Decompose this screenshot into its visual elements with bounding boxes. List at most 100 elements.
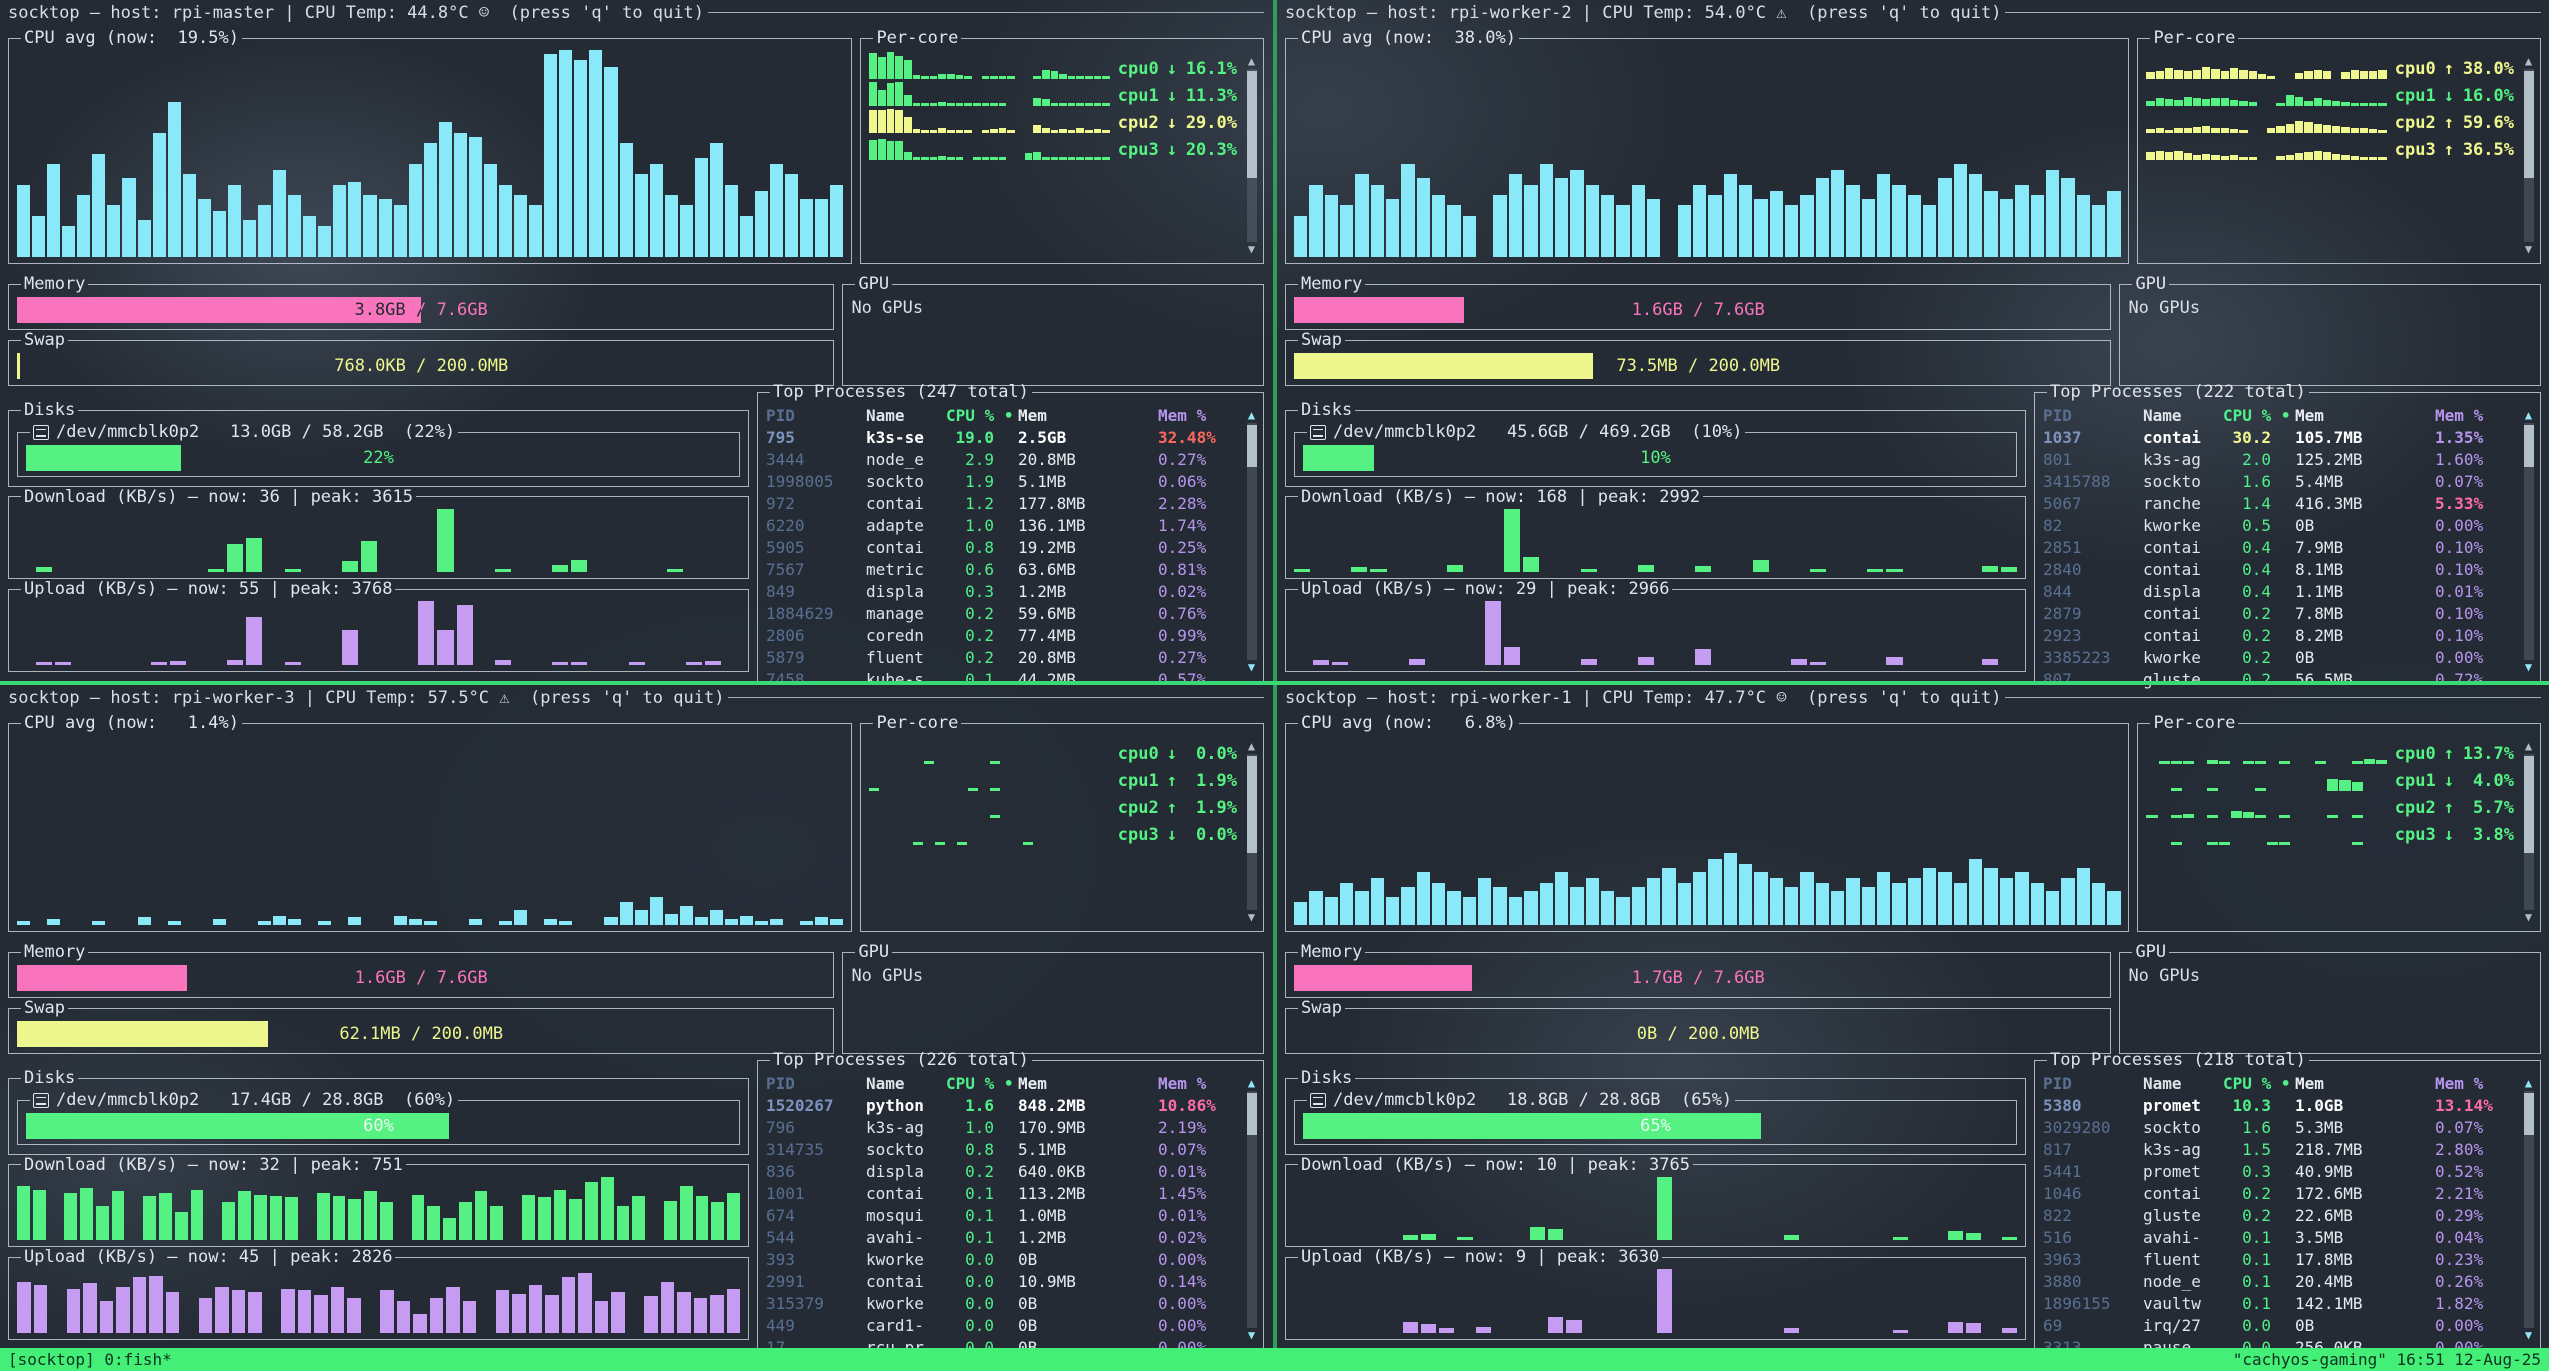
- column-header[interactable]: Mem %: [2435, 1073, 2518, 1095]
- process-row[interactable]: 2991contai0.010.9MB0.14%: [766, 1271, 1241, 1293]
- process-row[interactable]: 3444node_e2.920.8MB0.27%: [766, 449, 1241, 471]
- column-header[interactable]: Name: [2143, 405, 2223, 427]
- column-header[interactable]: Mem %: [2435, 405, 2518, 427]
- column-header[interactable]: Name: [2143, 1073, 2223, 1095]
- column-header[interactable]: PID: [766, 1073, 866, 1095]
- column-header[interactable]: Name: [866, 405, 946, 427]
- scrollbar-thumb[interactable]: [2524, 756, 2534, 853]
- scroll-up-icon[interactable]: ▲: [1248, 1078, 1255, 1089]
- process-row[interactable]: 849displa0.31.2MB0.02%: [766, 581, 1241, 603]
- scroll-up-icon[interactable]: ▲: [2525, 741, 2532, 752]
- scroll-up-icon[interactable]: ▲: [1248, 741, 1255, 752]
- process-row[interactable]: 3880node_e0.120.4MB0.26%: [2043, 1271, 2518, 1293]
- process-row[interactable]: 69irq/270.00B0.00%: [2043, 1315, 2518, 1337]
- scrollbar-track[interactable]: [1247, 1091, 1257, 1328]
- scroll-up-icon[interactable]: ▲: [1248, 410, 1255, 421]
- process-row[interactable]: 516avahi-0.13.5MB0.04%: [2043, 1227, 2518, 1249]
- tmux-vertical-divider[interactable]: [1273, 0, 1277, 1348]
- process-scrollbar[interactable]: ▲ ▼: [2522, 410, 2535, 673]
- process-row[interactable]: 449card1-0.00B0.00%: [766, 1315, 1241, 1337]
- column-header[interactable]: Mem %: [1158, 1073, 1241, 1095]
- process-row[interactable]: 314735sockto0.85.1MB0.07%: [766, 1139, 1241, 1161]
- process-row[interactable]: 3029280sockto1.65.3MB0.07%: [2043, 1117, 2518, 1139]
- process-row[interactable]: 1998005sockto1.95.1MB0.06%: [766, 471, 1241, 493]
- per-core-scrollbar[interactable]: ▲ ▼: [1245, 741, 1258, 923]
- process-row[interactable]: 5905contai0.819.2MB0.25%: [766, 537, 1241, 559]
- process-row[interactable]: 822gluste0.222.6MB0.29%: [2043, 1205, 2518, 1227]
- process-row[interactable]: 1896155vaultw0.1142.1MB1.82%: [2043, 1293, 2518, 1315]
- scroll-up-icon[interactable]: ▲: [2525, 410, 2532, 421]
- process-row[interactable]: 5441promet0.340.9MB0.52%: [2043, 1161, 2518, 1183]
- process-row[interactable]: 844displa0.41.1MB0.01%: [2043, 581, 2518, 603]
- column-header[interactable]: Mem: [1018, 405, 1158, 427]
- column-header[interactable]: CPU % •: [2223, 1073, 2295, 1095]
- column-header[interactable]: Name: [866, 1073, 946, 1095]
- scrollbar-track[interactable]: [2524, 1091, 2534, 1328]
- process-row[interactable]: 796k3s-ag1.0170.9MB2.19%: [766, 1117, 1241, 1139]
- scrollbar-thumb[interactable]: [2524, 71, 2534, 178]
- column-header[interactable]: CPU % •: [946, 1073, 1018, 1095]
- process-row[interactable]: 1001contai0.1113.2MB1.45%: [766, 1183, 1241, 1205]
- scrollbar-thumb[interactable]: [2524, 425, 2534, 467]
- process-row[interactable]: 3385223kworke0.20B0.00%: [2043, 647, 2518, 669]
- scroll-down-icon[interactable]: ▼: [2525, 912, 2532, 923]
- column-header[interactable]: Mem: [2295, 405, 2435, 427]
- scrollbar-track[interactable]: [2524, 69, 2534, 242]
- scrollbar-thumb[interactable]: [1247, 425, 1257, 467]
- process-row[interactable]: 801k3s-ag2.0125.2MB1.60%: [2043, 449, 2518, 471]
- column-header[interactable]: CPU % •: [2223, 405, 2295, 427]
- column-header[interactable]: CPU % •: [946, 405, 1018, 427]
- process-row[interactable]: 836displa0.2640.0KB0.01%: [766, 1161, 1241, 1183]
- scrollbar-thumb[interactable]: [1247, 71, 1257, 178]
- process-row[interactable]: 2840contai0.48.1MB0.10%: [2043, 559, 2518, 581]
- process-row[interactable]: 393kworke0.00B0.00%: [766, 1249, 1241, 1271]
- scroll-down-icon[interactable]: ▼: [2525, 1330, 2532, 1341]
- scrollbar-track[interactable]: [2524, 423, 2534, 660]
- scrollbar-track[interactable]: [1247, 754, 1257, 910]
- scrollbar-thumb[interactable]: [1247, 756, 1257, 853]
- scrollbar-track[interactable]: [2524, 754, 2534, 910]
- column-header[interactable]: Mem: [1018, 1073, 1158, 1095]
- scrollbar-track[interactable]: [1247, 423, 1257, 660]
- column-header[interactable]: PID: [766, 405, 866, 427]
- process-row[interactable]: 5879fluent0.220.8MB0.27%: [766, 647, 1241, 669]
- process-row[interactable]: 2879contai0.27.8MB0.10%: [2043, 603, 2518, 625]
- process-row[interactable]: 1884629manage0.259.6MB0.76%: [766, 603, 1241, 625]
- column-header[interactable]: PID: [2043, 405, 2143, 427]
- process-row[interactable]: 817k3s-ag1.5218.7MB2.80%: [2043, 1139, 2518, 1161]
- scroll-down-icon[interactable]: ▼: [1248, 244, 1255, 255]
- process-row[interactable]: 795k3s-se19.02.5GB32.48%: [766, 427, 1241, 449]
- scrollbar-track[interactable]: [1247, 69, 1257, 242]
- process-row[interactable]: 2851contai0.47.9MB0.10%: [2043, 537, 2518, 559]
- process-row[interactable]: 674mosqui0.11.0MB0.01%: [766, 1205, 1241, 1227]
- tmux-horizontal-divider[interactable]: [0, 681, 2549, 685]
- process-scrollbar[interactable]: ▲ ▼: [2522, 1078, 2535, 1341]
- scroll-down-icon[interactable]: ▼: [1248, 1330, 1255, 1341]
- process-row[interactable]: 1037contai30.2105.7MB1.35%: [2043, 427, 2518, 449]
- column-header[interactable]: PID: [2043, 1073, 2143, 1095]
- scroll-down-icon[interactable]: ▼: [2525, 244, 2532, 255]
- per-core-scrollbar[interactable]: ▲ ▼: [1245, 56, 1258, 255]
- process-row[interactable]: 6220adapte1.0136.1MB1.74%: [766, 515, 1241, 537]
- status-left-session-window[interactable]: [socktop] 0:fish*: [8, 1350, 172, 1369]
- process-row[interactable]: 2923contai0.28.2MB0.10%: [2043, 625, 2518, 647]
- process-row[interactable]: 1046contai0.2172.6MB2.21%: [2043, 1183, 2518, 1205]
- scroll-down-icon[interactable]: ▼: [1248, 662, 1255, 673]
- per-core-scrollbar[interactable]: ▲ ▼: [2522, 56, 2535, 255]
- column-header[interactable]: Mem %: [1158, 405, 1241, 427]
- column-header[interactable]: Mem: [2295, 1073, 2435, 1095]
- process-scrollbar[interactable]: ▲ ▼: [1245, 1078, 1258, 1341]
- scroll-down-icon[interactable]: ▼: [2525, 662, 2532, 673]
- process-row[interactable]: 315379kworke0.00B0.00%: [766, 1293, 1241, 1315]
- process-row[interactable]: 5380promet10.31.0GB13.14%: [2043, 1095, 2518, 1117]
- scroll-down-icon[interactable]: ▼: [1248, 912, 1255, 923]
- process-row[interactable]: 1520267python1.6848.2MB10.86%: [766, 1095, 1241, 1117]
- scroll-up-icon[interactable]: ▲: [2525, 1078, 2532, 1089]
- process-row[interactable]: 972contai1.2177.8MB2.28%: [766, 493, 1241, 515]
- scroll-up-icon[interactable]: ▲: [1248, 56, 1255, 67]
- scrollbar-thumb[interactable]: [1247, 1093, 1257, 1135]
- process-row[interactable]: 2806coredn0.277.4MB0.99%: [766, 625, 1241, 647]
- process-row[interactable]: 82kworke0.50B0.00%: [2043, 515, 2518, 537]
- scrollbar-thumb[interactable]: [2524, 1093, 2534, 1135]
- scroll-up-icon[interactable]: ▲: [2525, 56, 2532, 67]
